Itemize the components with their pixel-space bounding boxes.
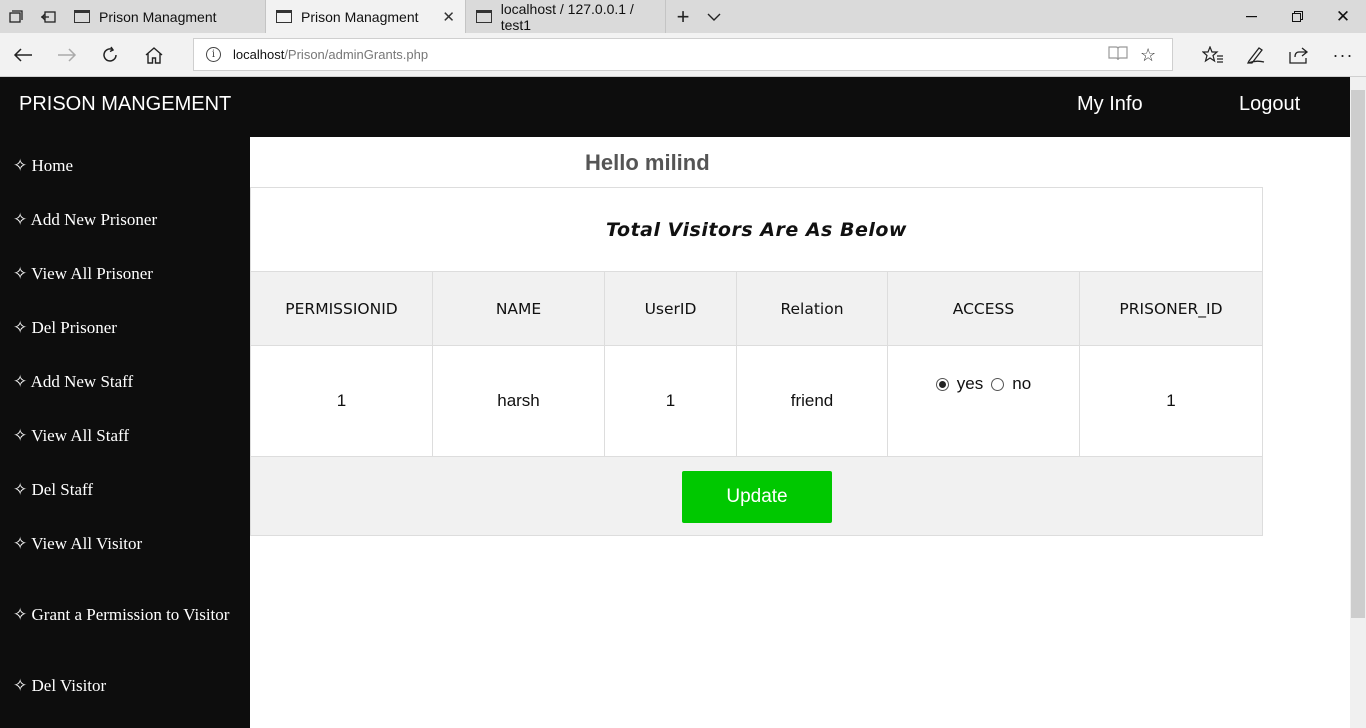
- sparkle-icon: ✧: [13, 318, 28, 337]
- column-header-name: NAME: [433, 272, 605, 345]
- sidebar-item-label: Add New Staff: [30, 372, 134, 391]
- sparkle-icon: ✧: [13, 480, 28, 499]
- sidebar-item-view-staff[interactable]: ✧ View All Staff: [13, 426, 129, 446]
- sidebar-item-del-staff[interactable]: ✧ Del Staff: [13, 480, 93, 500]
- access-yes-radio[interactable]: yes: [935, 374, 984, 394]
- url-host: localhost: [233, 47, 285, 62]
- tab-preview-icon[interactable]: [0, 0, 32, 33]
- back-arrow-icon[interactable]: [6, 38, 40, 72]
- table-header-row: PERMISSIONID NAME UserID Relation ACCESS…: [251, 271, 1262, 346]
- sparkle-icon: ✧: [13, 264, 28, 283]
- set-aside-tabs-icon[interactable]: [32, 0, 64, 33]
- cell-relation: friend: [737, 346, 888, 456]
- scrollbar-thumb[interactable]: [1351, 90, 1365, 618]
- sparkle-icon: ✧: [13, 372, 28, 391]
- browser-tab-2-active[interactable]: Prison Managment ✕: [266, 0, 466, 33]
- cell-name: harsh: [433, 346, 605, 456]
- close-tab-icon[interactable]: ✕: [442, 8, 455, 26]
- column-header-access: ACCESS: [888, 272, 1080, 345]
- restore-icon[interactable]: [1274, 0, 1320, 33]
- cell-prisoner-id: 1: [1166, 391, 1176, 410]
- radio-label-yes: yes: [956, 374, 984, 393]
- address-bar[interactable]: i localhost/Prison/adminGrants.php ☆: [193, 38, 1173, 71]
- pen-icon[interactable]: [1239, 38, 1273, 72]
- sidebar-item-view-visitors[interactable]: ✧ View All Visitor: [13, 534, 142, 554]
- sidebar-item-label: Del Staff: [31, 480, 94, 499]
- browser-tab-1[interactable]: Prison Managment: [64, 0, 266, 33]
- close-window-icon[interactable]: ✕: [1320, 0, 1366, 33]
- sidebar-item-add-staff[interactable]: ✧ Add New Staff: [13, 372, 133, 392]
- sidebar-item-label: Del Visitor: [31, 676, 107, 695]
- column-header-prisoner-id: PRISONER_ID: [1119, 299, 1223, 318]
- column-header-permissionid: PERMISSIONID: [251, 272, 433, 345]
- page-icon: [74, 10, 90, 23]
- plus-icon[interactable]: +: [667, 0, 699, 33]
- sidebar-item-del-prisoner[interactable]: ✧ Del Prisoner: [13, 318, 117, 338]
- sparkle-icon: ✧: [13, 156, 28, 175]
- info-icon[interactable]: i: [206, 47, 221, 62]
- tab-title: Prison Managment: [301, 8, 419, 25]
- sidebar-item-home[interactable]: ✧ Home: [13, 156, 73, 176]
- visitors-table: Total Visitors Are As Below PERMISSIONID…: [250, 187, 1263, 536]
- sidebar-item-label: Grant a Permission to Visitor: [31, 605, 230, 624]
- forward-arrow-icon[interactable]: [50, 38, 84, 72]
- browser-tab-bar: Prison Managment Prison Managment ✕ loca…: [0, 0, 1366, 33]
- browser-toolbar: i localhost/Prison/adminGrants.php ☆ ···: [0, 33, 1366, 77]
- tab-title: localhost / 127.0.0.1 / test1: [500, 0, 634, 33]
- url-path: /Prison/adminGrants.php: [284, 47, 429, 62]
- sidebar-item-label: Home: [31, 156, 74, 175]
- sidebar-item-add-prisoner[interactable]: ✧ Add New Prisoner: [13, 210, 157, 230]
- sidebar-item-label: Add New Prisoner: [30, 210, 158, 229]
- minimize-icon[interactable]: [1228, 0, 1274, 33]
- greeting: Hello milind: [585, 150, 710, 175]
- sidebar-item-view-prisoners[interactable]: ✧ View All Prisoner: [13, 264, 153, 284]
- column-header-userid: UserID: [605, 272, 737, 345]
- sidebar-nav: ✧ Home ✧ Add New Prisoner ✧ View All Pri…: [0, 137, 250, 728]
- sparkle-icon: ✧: [13, 605, 28, 624]
- url-text: localhost/Prison/adminGrants.php: [233, 47, 428, 62]
- star-icon[interactable]: ☆: [1140, 45, 1156, 66]
- more-icon[interactable]: ···: [1326, 38, 1360, 72]
- sidebar-item-grant-permission[interactable]: ✧ Grant a Permission to Visitor: [13, 605, 229, 625]
- cell-user-id: 1: [605, 346, 737, 456]
- page-icon: [276, 10, 292, 23]
- radio-unselected-icon[interactable]: [991, 377, 1005, 391]
- site-header: PRISON MANGEMENT My Info Logout: [0, 77, 1350, 137]
- share-icon[interactable]: [1282, 38, 1316, 72]
- page-icon: [476, 10, 492, 23]
- column-header-relation: Relation: [737, 272, 888, 345]
- cell-access: yes no: [888, 346, 1080, 456]
- chevron-down-icon[interactable]: [698, 0, 730, 33]
- access-no-radio[interactable]: no: [991, 374, 1031, 394]
- tab-title: Prison Managment: [99, 8, 217, 25]
- book-icon[interactable]: [1108, 45, 1128, 66]
- refresh-icon[interactable]: [93, 38, 127, 72]
- home-icon[interactable]: [137, 38, 171, 72]
- browser-tab-3[interactable]: localhost / 127.0.0.1 / test1: [466, 0, 666, 33]
- sparkle-icon: ✧: [13, 534, 28, 553]
- sidebar-item-label: Del Prisoner: [31, 318, 117, 337]
- update-button[interactable]: Update: [682, 471, 832, 523]
- table-row: 1 harsh 1 friend yes no 1: [251, 346, 1262, 457]
- sidebar-item-label: View All Visitor: [31, 534, 143, 553]
- table-caption: Total Visitors Are As Below: [606, 218, 907, 241]
- sidebar-item-del-visitor[interactable]: ✧ Del Visitor: [13, 676, 106, 696]
- radio-label-no: no: [1012, 374, 1032, 393]
- logout-link[interactable]: Logout: [1239, 93, 1300, 116]
- sparkle-icon: ✧: [13, 676, 28, 695]
- sparkle-icon: ✧: [13, 426, 28, 445]
- table-footer-row: Update: [251, 457, 1262, 535]
- sidebar-item-label: View All Staff: [31, 426, 130, 445]
- sparkle-icon: ✧: [13, 210, 28, 229]
- my-info-link[interactable]: My Info: [1077, 93, 1143, 116]
- cell-permission-id: 1: [251, 346, 433, 456]
- sidebar-item-label: View All Prisoner: [31, 264, 153, 283]
- favorites-list-icon[interactable]: [1196, 38, 1230, 72]
- site-brand[interactable]: PRISON MANGEMENT: [19, 93, 231, 116]
- radio-selected-icon[interactable]: [935, 377, 949, 391]
